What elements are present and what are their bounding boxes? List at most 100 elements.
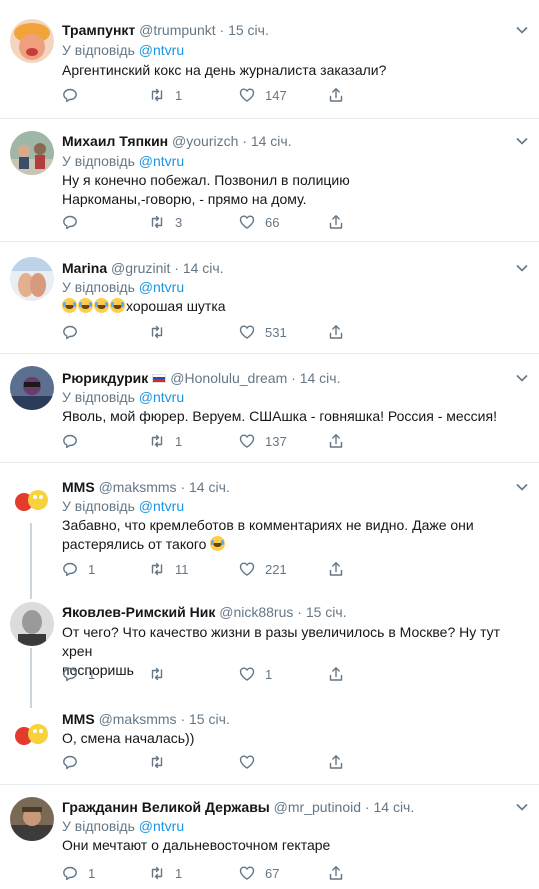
tweet[interactable]: MMS @maksmms · 15 січ. О, смена началась… — [0, 700, 539, 785]
reply-button[interactable]: 1 — [62, 863, 95, 883]
timestamp[interactable]: 14 січ. — [251, 133, 292, 149]
reply-target-link[interactable]: @ntvru — [139, 498, 184, 514]
reply-button[interactable] — [62, 752, 88, 772]
caret-down-icon[interactable] — [515, 480, 529, 494]
tweet[interactable]: Михаил Тяпкин @yourizch · 14 січ. У відп… — [0, 119, 539, 242]
separator-dot: · — [364, 799, 370, 815]
reply-target-link[interactable]: @ntvru — [139, 153, 184, 169]
timestamp[interactable]: 15 січ. — [228, 22, 269, 38]
share-button[interactable] — [328, 664, 354, 684]
like-button[interactable]: 67 — [239, 863, 279, 883]
retweet-icon — [151, 88, 163, 102]
retweet-button[interactable]: 1 — [149, 863, 182, 883]
caret-down-icon[interactable] — [515, 134, 529, 148]
author-handle[interactable]: @maksmms — [99, 711, 177, 727]
retweet-button[interactable] — [149, 664, 175, 684]
avatar[interactable] — [10, 19, 54, 63]
tweet[interactable]: Marina @gruzinit · 14 січ. У відповідь @… — [0, 242, 539, 354]
reply-target-link[interactable]: @ntvru — [139, 279, 184, 295]
author-name[interactable]: Трампункт — [62, 22, 135, 38]
reply-button[interactable] — [62, 322, 88, 342]
author-handle[interactable]: @maksmms — [99, 479, 177, 495]
share-button[interactable] — [328, 863, 354, 883]
share-button[interactable] — [328, 559, 354, 579]
tears-of-joy-emoji-icon — [62, 298, 77, 313]
reply-count: 1 — [88, 865, 96, 881]
tweet[interactable]: Яковлев-Римский Ник @nick88rus · 15 січ.… — [0, 591, 539, 700]
share-button[interactable] — [328, 752, 354, 772]
retweet-button[interactable] — [149, 322, 175, 342]
reply-prefix: У відповідь — [62, 153, 135, 169]
share-button[interactable] — [328, 212, 354, 232]
caret-down-icon[interactable] — [515, 800, 529, 814]
timestamp[interactable]: 14 січ. — [300, 370, 341, 386]
retweet-button[interactable]: 11 — [149, 559, 189, 579]
reply-to-line: У відповідь @ntvru — [62, 152, 184, 170]
author-name[interactable]: Рюрикдурик — [62, 370, 148, 386]
like-button[interactable]: 66 — [239, 212, 279, 232]
author-name[interactable]: Яковлев-Римский Ник — [62, 604, 215, 620]
author-handle[interactable]: @gruzinit — [111, 260, 170, 276]
share-icon — [329, 866, 343, 880]
tweet[interactable]: Гражданин Великой Державы @mr_putinoid ·… — [0, 785, 539, 889]
like-button[interactable]: 1 — [239, 664, 272, 684]
author-handle[interactable]: @nick88rus — [219, 604, 293, 620]
retweet-button[interactable]: 1 — [149, 85, 182, 105]
author-handle[interactable]: @trumpunkt — [139, 22, 215, 38]
reply-button[interactable] — [62, 431, 88, 451]
reply-target-link[interactable]: @ntvru — [139, 389, 184, 405]
avatar[interactable] — [10, 366, 54, 410]
reply-button[interactable] — [62, 85, 88, 105]
author-name[interactable]: Гражданин Великой Державы — [62, 799, 270, 815]
caret-down-icon[interactable] — [515, 23, 529, 37]
retweet-button[interactable]: 3 — [149, 212, 182, 232]
separator-dot: · — [242, 133, 247, 149]
reply-target-link[interactable]: @ntvru — [139, 818, 184, 834]
timestamp[interactable]: 14 січ. — [183, 260, 224, 276]
author-handle[interactable]: @mr_putinoid — [274, 799, 361, 815]
avatar[interactable] — [10, 476, 54, 520]
timestamp[interactable]: 15 січ. — [306, 604, 347, 620]
tweet[interactable]: MMS @maksmms · 14 січ. У відповідь @ntvr… — [0, 463, 539, 591]
caret-down-icon[interactable] — [515, 371, 529, 385]
reply-button[interactable] — [62, 212, 88, 232]
reply-count: 1 — [88, 561, 96, 577]
tweet-text: Аргентинский кокс на день журналиста зак… — [62, 62, 387, 78]
reply-button[interactable]: 1 — [62, 664, 95, 684]
author-handle[interactable]: @Honolulu_dream — [170, 370, 287, 386]
author-name[interactable]: Marina — [62, 260, 107, 276]
avatar[interactable] — [10, 797, 54, 841]
avatar[interactable] — [10, 602, 54, 646]
like-button[interactable] — [239, 752, 265, 772]
caret-down-icon[interactable] — [515, 261, 529, 275]
separator-dot: · — [174, 260, 179, 276]
like-button[interactable]: 137 — [239, 431, 287, 451]
retweet-count: 1 — [175, 433, 183, 449]
retweet-button[interactable]: 1 — [149, 431, 182, 451]
author-name[interactable]: MMS — [62, 479, 95, 495]
reply-button[interactable]: 1 — [62, 559, 95, 579]
like-button[interactable]: 221 — [239, 559, 287, 579]
reply-prefix: У відповідь — [62, 389, 135, 405]
share-button[interactable] — [328, 85, 354, 105]
like-button[interactable]: 147 — [239, 85, 287, 105]
timestamp[interactable]: 15 січ. — [189, 711, 230, 727]
tweet[interactable]: Рюрикдурик @Honolulu_dream · 14 січ. У ві… — [0, 354, 539, 463]
tweet[interactable]: Трампункт @trumpunkt · 15 січ. У відпові… — [0, 0, 539, 119]
action-bar: 531 — [62, 322, 362, 342]
avatar[interactable] — [10, 131, 54, 175]
share-button[interactable] — [328, 322, 354, 342]
avatar[interactable] — [10, 710, 54, 754]
avatar[interactable] — [10, 257, 54, 301]
share-button[interactable] — [328, 431, 354, 451]
reply-target-link[interactable]: @ntvru — [139, 42, 184, 58]
like-button[interactable]: 531 — [239, 322, 287, 342]
separator-dot: · — [180, 711, 186, 727]
author-name[interactable]: Михаил Тяпкин — [62, 133, 168, 149]
author-handle[interactable]: @yourizch — [172, 133, 238, 149]
author-name[interactable]: MMS — [62, 711, 95, 727]
timestamp[interactable]: 14 січ. — [189, 479, 230, 495]
timestamp[interactable]: 14 січ. — [373, 799, 414, 815]
retweet-button[interactable] — [149, 752, 175, 772]
retweet-icon — [151, 325, 163, 339]
